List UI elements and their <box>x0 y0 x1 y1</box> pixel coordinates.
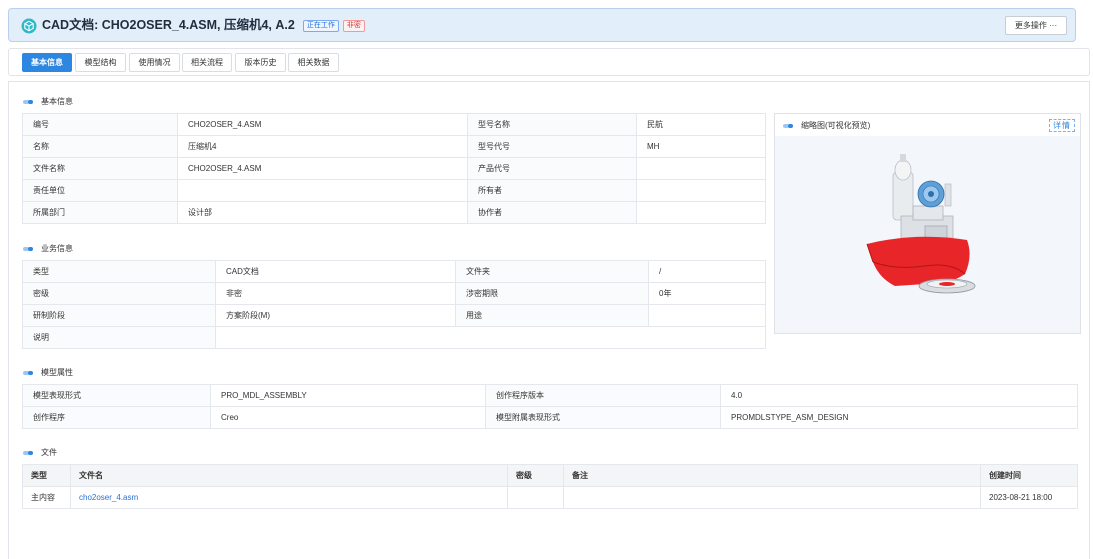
column-header[interactable]: 备注 <box>563 464 981 487</box>
field-value: CHO2OSER_4.ASM <box>177 157 468 180</box>
field-value: 4.0 <box>720 384 1078 407</box>
field-label: 文件名称 <box>22 157 178 180</box>
field-value: CHO2OSER_4.ASM <box>177 113 468 136</box>
basic-info-table: 编号 CHO2OSER_4.ASM 型号名称 民航 名称 压缩机4 型号代号 M… <box>22 113 766 224</box>
table-header-row: 类型 文件名 密级 备注 创建时间 <box>22 464 1078 487</box>
field-value: 非密 <box>215 282 456 305</box>
field-label: 研制阶段 <box>22 304 216 327</box>
field-label: 模型附属表现形式 <box>485 406 721 429</box>
toggle-dot-icon <box>783 124 796 128</box>
field-label: 所属部门 <box>22 201 178 224</box>
field-value: Creo <box>210 406 486 429</box>
table-row: 创作程序 Creo 模型附属表现形式 PROMDLSTYPE_ASM_DESIG… <box>22 406 1078 429</box>
business-info-table: 类型 CAD文档 文件夹 / 密级 非密 涉密期限 0年 研制阶段 方案阶段(M… <box>22 260 766 349</box>
field-value: CAD文档 <box>215 260 456 283</box>
field-value: PRO_MDL_ASSEMBLY <box>210 384 486 407</box>
tab-basic-info[interactable]: 基本信息 <box>22 53 72 72</box>
field-value <box>636 179 766 202</box>
table-row: 所属部门 设计部 协作者 <box>22 201 766 224</box>
page-header: CAD文档: CHO2OSER_4.ASM, 压缩机4, A.2 正在工作 非密 更… <box>8 8 1076 42</box>
field-label: 创作程序 <box>22 406 211 429</box>
field-value <box>177 179 468 202</box>
tab-related-data[interactable]: 相关数据 <box>288 53 339 72</box>
column-header[interactable]: 密级 <box>507 464 564 487</box>
table-row: 说明 <box>22 326 766 349</box>
field-label: 类型 <box>22 260 216 283</box>
field-value: / <box>648 260 766 283</box>
file-name-cell: cho2oser_4.asm <box>70 486 508 509</box>
file-note <box>563 486 981 509</box>
field-label: 型号代号 <box>467 135 637 158</box>
field-label: 编号 <box>22 113 178 136</box>
table-row: 名称 压缩机4 型号代号 MH <box>22 135 766 158</box>
page-title: CAD文档: CHO2OSER_4.ASM, 压缩机4, A.2 正在工作 非密 <box>42 17 365 34</box>
table-row: 编号 CHO2OSER_4.ASM 型号名称 民航 <box>22 113 766 136</box>
field-value: PROMDLSTYPE_ASM_DESIGN <box>720 406 1078 429</box>
main-content: 基本信息 编号 CHO2OSER_4.ASM 型号名称 民航 名称 压缩机4 型… <box>8 81 1090 559</box>
field-label: 协作者 <box>467 201 637 224</box>
table-row: 主内容 cho2oser_4.asm 2023-08-21 18:00 <box>22 486 1078 509</box>
field-value: 方案阶段(M) <box>215 304 456 327</box>
field-value: 压缩机4 <box>177 135 468 158</box>
title-text: CHO2OSER_4.ASM, 压缩机4, A.2 <box>101 18 295 32</box>
toggle-dot-icon <box>23 247 36 251</box>
field-value: 设计部 <box>177 201 468 224</box>
file-link[interactable]: cho2oser_4.asm <box>79 493 138 502</box>
description-value <box>215 326 766 349</box>
file-secret <box>507 486 564 509</box>
field-label: 密级 <box>22 282 216 305</box>
status-badge: 正在工作 <box>302 20 339 32</box>
file-type: 主内容 <box>22 486 71 509</box>
field-label: 创作程序版本 <box>485 384 721 407</box>
column-header[interactable]: 类型 <box>22 464 71 487</box>
field-value <box>648 304 766 327</box>
tab-bar: 基本信息 模型结构 使用情况 相关流程 版本历史 相关数据 <box>8 48 1090 76</box>
field-value: MH <box>636 135 766 158</box>
field-label: 说明 <box>22 326 216 349</box>
field-value: 0年 <box>648 282 766 305</box>
table-row: 文件名称 CHO2OSER_4.ASM 产品代号 <box>22 157 766 180</box>
table-row: 类型 CAD文档 文件夹 / <box>22 260 766 283</box>
toggle-dot-icon <box>23 371 36 375</box>
file-created-time: 2023-08-21 18:00 <box>980 486 1078 509</box>
column-header[interactable]: 文件名 <box>70 464 508 487</box>
tab-related-process[interactable]: 相关流程 <box>182 53 232 72</box>
field-label: 产品代号 <box>467 157 637 180</box>
field-value <box>636 201 766 224</box>
more-actions-button[interactable]: 更多操作 ··· <box>1005 16 1067 35</box>
files-table: 类型 文件名 密级 备注 创建时间 主内容 cho2oser_4.asm 202… <box>22 464 1078 509</box>
field-label: 所有者 <box>467 179 637 202</box>
tab-usage[interactable]: 使用情况 <box>129 53 180 72</box>
table-row: 模型表现形式 PRO_MDL_ASSEMBLY 创作程序版本 4.0 <box>22 384 1078 407</box>
model-attributes-table: 模型表现形式 PRO_MDL_ASSEMBLY 创作程序版本 4.0 创作程序 … <box>22 384 1078 429</box>
field-label: 责任单位 <box>22 179 178 202</box>
secret-badge: 非密 <box>342 20 365 32</box>
cube-icon <box>21 18 37 34</box>
field-label: 型号名称 <box>467 113 637 136</box>
field-label: 用途 <box>455 304 649 327</box>
thumbnail-panel: 缩略图(可视化预览) 详情 <box>774 113 1081 334</box>
tab-model-structure[interactable]: 模型结构 <box>75 53 126 72</box>
table-row: 密级 非密 涉密期限 0年 <box>22 282 766 305</box>
model-preview-image[interactable] <box>855 144 995 324</box>
field-label: 文件夹 <box>455 260 649 283</box>
detail-button[interactable]: 详情 <box>1049 119 1075 132</box>
table-row: 研制阶段 方案阶段(M) 用途 <box>22 304 766 327</box>
field-value <box>636 157 766 180</box>
field-label: 名称 <box>22 135 178 158</box>
field-label: 涉密期限 <box>455 282 649 305</box>
field-value: 民航 <box>636 113 766 136</box>
toggle-dot-icon <box>23 451 36 455</box>
toggle-dot-icon <box>23 100 36 104</box>
field-label: 模型表现形式 <box>22 384 211 407</box>
tab-version-history[interactable]: 版本历史 <box>235 53 286 72</box>
title-prefix: CAD文档: <box>42 18 102 32</box>
column-header[interactable]: 创建时间 <box>980 464 1078 487</box>
table-row: 责任单位 所有者 <box>22 179 766 202</box>
